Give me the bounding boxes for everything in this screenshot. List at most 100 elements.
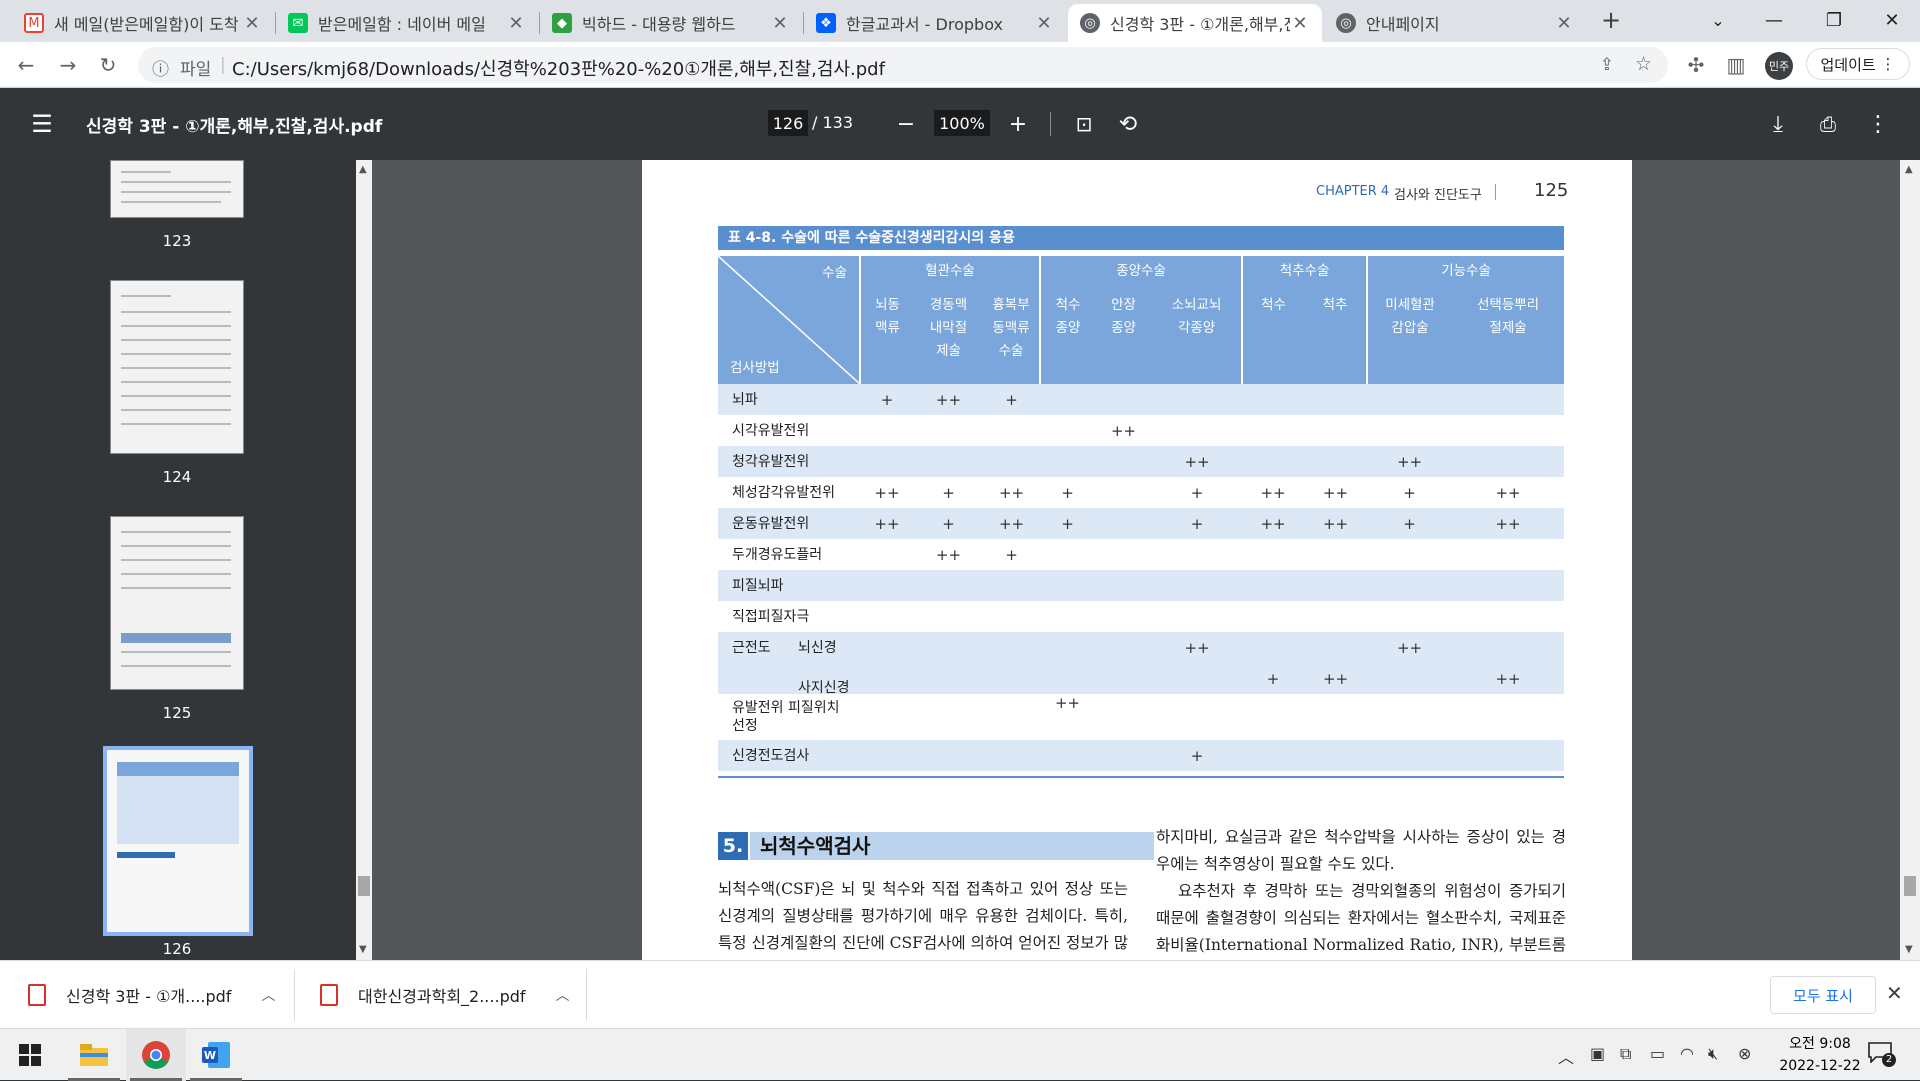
pdf-toolbar: ☰ 신경학 3판 - ①개론,해부,진찰,검사.pdf 126 / 133 − … — [0, 88, 1920, 160]
menu-icon[interactable]: ☰ — [26, 108, 58, 140]
side-panel-icon[interactable]: ▥ — [1722, 51, 1750, 79]
table-cell — [1152, 384, 1243, 415]
thumbnail-page-123[interactable] — [110, 160, 244, 218]
table-cell — [1367, 601, 1453, 632]
zoom-out-button[interactable]: − — [890, 108, 922, 140]
table-cell — [914, 740, 983, 771]
download-filename: 대한신경과학회_2....pdf — [358, 987, 526, 1006]
tab-bighard[interactable]: ◆ 빅하드 - 대용량 웹하드 ✕ — [540, 4, 802, 42]
update-button[interactable]: 업데이트 ⋮ — [1806, 48, 1910, 80]
address-bar[interactable]: ⓘ 파일 | C:/Users/kmj68/Downloads/신경학%203판… — [138, 47, 1668, 83]
battery-icon[interactable]: ▭ — [1650, 1044, 1665, 1063]
chrome-icon[interactable] — [126, 1029, 186, 1081]
group-header: 기능수술 — [1366, 256, 1565, 290]
table-cell — [1242, 446, 1305, 477]
zoom-input[interactable]: 100% — [934, 110, 990, 136]
show-all-button[interactable]: 모두 표시 — [1770, 976, 1876, 1014]
download-icon[interactable]: ⤓ — [1762, 108, 1794, 140]
ime-icon[interactable]: ⊗ — [1738, 1044, 1751, 1063]
print-icon[interactable]: ⎙ — [1812, 108, 1844, 140]
display-icon[interactable]: ⧉ — [1620, 1044, 1631, 1064]
table-row: 운동유발전위 ++ + ++ + + ++ ++ + ++ — [718, 508, 1565, 539]
table-cell — [1095, 539, 1153, 570]
table-cell — [1040, 632, 1096, 663]
thumbnail-page-126-selected[interactable] — [103, 746, 253, 936]
close-download-bar-icon[interactable]: ✕ — [1886, 981, 1903, 1005]
close-window-button[interactable]: ✕ — [1864, 0, 1920, 40]
row-label: 운동유발전위 — [718, 508, 860, 539]
zoom-in-button[interactable]: + — [1002, 108, 1034, 140]
close-tab-icon[interactable]: ✕ — [242, 13, 262, 34]
sub-header: 선택등뿌리 절제술 — [1452, 290, 1565, 384]
restore-button[interactable]: ❐ — [1806, 0, 1862, 40]
avatar[interactable]: 민주 — [1765, 52, 1793, 80]
sidebar-scrollbar[interactable]: ▲ ▼ — [356, 160, 372, 960]
new-tab-button[interactable]: + — [1596, 6, 1626, 36]
viewer-scrollbar[interactable]: ▲ ▼ — [1900, 160, 1920, 960]
tab-dropbox[interactable]: ❖ 한글교과서 - Dropbox ✕ — [804, 4, 1066, 42]
reload-button[interactable]: ↻ — [94, 51, 122, 79]
more-options-icon[interactable]: ⋮ — [1862, 108, 1894, 140]
notification-icon[interactable]: 2 — [1868, 1041, 1896, 1069]
viewer-scrollbar-thumb[interactable] — [1904, 876, 1916, 896]
table-cell — [1095, 446, 1153, 477]
download-filename: 신경학 3판 - ①개....pdf — [66, 987, 232, 1006]
table-cell — [1304, 415, 1368, 446]
close-tab-icon[interactable]: ✕ — [506, 13, 526, 34]
bookmark-star-icon[interactable]: ☆ — [1635, 53, 1652, 75]
table-cell: ++ — [1367, 446, 1453, 477]
table-cell — [1367, 663, 1453, 694]
close-tab-icon[interactable]: ✕ — [1290, 13, 1310, 34]
chevron-up-icon[interactable]: ︿ — [1558, 1044, 1574, 1068]
share-icon[interactable]: ⇪ — [1600, 55, 1614, 75]
chapter-label: CHAPTER 4 — [1316, 184, 1390, 199]
download-item[interactable]: 신경학 3판 - ①개....pdf ︿ — [28, 973, 275, 1017]
pdf-file-icon — [320, 984, 338, 1006]
close-tab-icon[interactable]: ✕ — [770, 13, 790, 34]
table-row: 두개경유도플러 ++ + — [718, 539, 1565, 570]
page-number-input[interactable]: 126 — [768, 110, 808, 136]
extensions-icon[interactable]: ✣ — [1682, 51, 1710, 79]
chevron-up-icon[interactable]: ︿ — [261, 985, 275, 1005]
fit-page-icon[interactable]: ⊡ — [1068, 108, 1100, 140]
clock[interactable]: 오전 9:08 2022-12-22 — [1760, 1033, 1880, 1077]
corner-top-label: 수술 — [822, 265, 847, 281]
forward-button[interactable]: → — [54, 51, 82, 79]
tab-pdf-active[interactable]: ◎ 신경학 3판 - ①개론,해부,진찰,검사.pdf ✕ — [1068, 4, 1322, 42]
back-button[interactable]: ← — [12, 51, 40, 79]
close-tab-icon[interactable]: ✕ — [1554, 13, 1574, 34]
thumbnail-page-124[interactable] — [110, 280, 244, 454]
table-cell — [1095, 508, 1153, 539]
table-row: 근전도 뇌신경 ++ ++ — [718, 632, 1565, 663]
meet-icon[interactable]: ▣ — [1590, 1044, 1605, 1063]
volume-muted-icon[interactable]: 🔇︎ — [1708, 1044, 1718, 1064]
table-cell — [1367, 415, 1453, 446]
tab-naver-mail[interactable]: ✉ 받은메일함 : 네이버 메일 ✕ — [276, 4, 538, 42]
download-item[interactable]: 대한신경과학회_2....pdf ︿ — [320, 973, 570, 1017]
table-cell — [1242, 740, 1305, 771]
tab-strip: M 새 메일(받은메일함)이 도착 ✕ ✉ 받은메일함 : 네이버 메일 ✕ ◆… — [0, 0, 1920, 42]
pdf-viewer[interactable]: CHAPTER 4 검사와 진단도구 125 표 4-8. 수술에 따른 수술중… — [372, 160, 1900, 960]
sidebar-scrollbar-thumb[interactable] — [358, 876, 370, 896]
tab-search-chevron-icon[interactable]: ⌄ — [1690, 0, 1746, 40]
tab-gmail[interactable]: M 새 메일(받은메일함)이 도착 ✕ — [12, 4, 274, 42]
chevron-up-icon[interactable]: ︿ — [556, 985, 570, 1005]
rotate-icon[interactable]: ⟲ — [1112, 108, 1144, 140]
row-label-text: 근전도 — [732, 639, 771, 656]
close-tab-icon[interactable]: ✕ — [1034, 13, 1054, 34]
site-info-icon[interactable]: ⓘ — [152, 55, 169, 80]
windows-start-icon[interactable] — [0, 1029, 60, 1081]
table-cell: + — [983, 384, 1041, 415]
tab-info-page[interactable]: ◎ 안내페이지 ✕ — [1324, 4, 1586, 42]
table-cell — [1304, 384, 1368, 415]
word-icon[interactable]: W — [186, 1029, 246, 1081]
table-caption: 표 4-8. 수술에 따른 수술중신경생리감시의 응용 — [718, 226, 1564, 250]
table-row: 체성감각유발전위 ++ + ++ + + ++ ++ + ++ — [718, 477, 1565, 508]
url-text[interactable]: C:/Users/kmj68/Downloads/신경학%203판%20-%20… — [232, 55, 885, 81]
table-cell — [1152, 601, 1243, 632]
file-explorer-icon[interactable] — [64, 1029, 124, 1081]
minimize-button[interactable]: — — [1746, 0, 1802, 40]
table-cell — [1152, 539, 1243, 570]
wifi-icon[interactable]: ◠ — [1680, 1044, 1694, 1063]
thumbnail-page-125[interactable] — [110, 516, 244, 690]
